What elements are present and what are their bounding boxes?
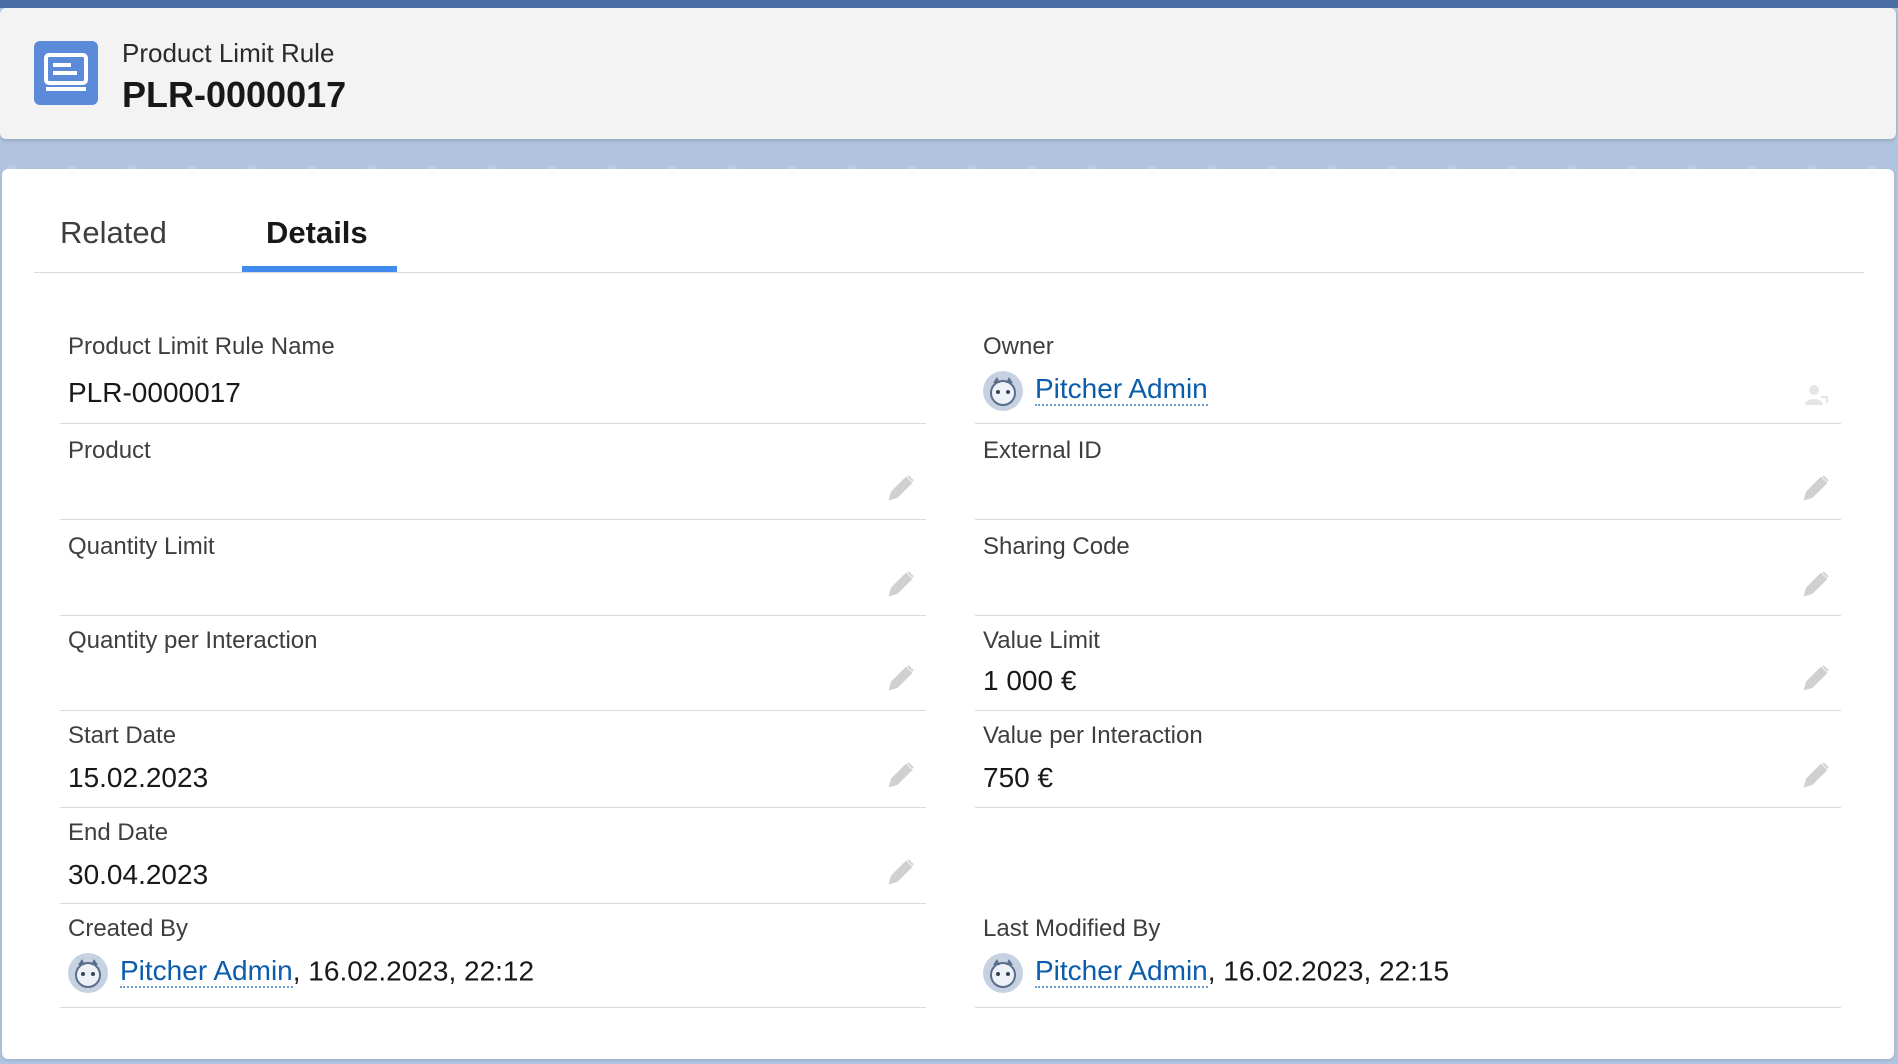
field-label: External ID xyxy=(983,437,1102,464)
user-avatar-icon xyxy=(983,953,1023,993)
field-value: PLR-0000017 xyxy=(68,377,241,408)
owner-link[interactable]: Pitcher Admin xyxy=(1035,373,1208,407)
details-card: Related Details Product Limit Rule Name … xyxy=(2,169,1894,1059)
field-quantity-per-interaction: Quantity per Interaction xyxy=(60,615,926,711)
created-by-link[interactable]: Pitcher Admin xyxy=(120,955,293,989)
top-strip xyxy=(0,0,1898,8)
field-value-limit: Value Limit 1 000 € xyxy=(975,615,1841,711)
field-value: 15.02.2023 xyxy=(68,762,209,793)
field-product: Product xyxy=(60,423,926,520)
user-avatar-icon xyxy=(983,371,1023,411)
record-document-icon xyxy=(34,41,98,105)
field-label: Start Date xyxy=(68,722,177,749)
field-label: Created By xyxy=(68,915,189,942)
field-label: Value per Interaction xyxy=(983,722,1203,749)
field-label: Last Modified By xyxy=(983,915,1161,942)
tab-related[interactable]: Related xyxy=(60,215,167,251)
active-tab-indicator xyxy=(242,266,397,272)
field-last-modified-by: Last Modified By Pitcher Admin, 16.02.20… xyxy=(975,903,1841,1008)
pencil-icon[interactable] xyxy=(1801,760,1831,790)
owner-value: Pitcher Admin xyxy=(983,371,1208,411)
record-type-label: Product Limit Rule xyxy=(122,38,335,68)
field-created-by: Created By Pitcher Admin, 16.02.2023, 22… xyxy=(60,903,926,1008)
field-owner: Owner Pitcher Admin xyxy=(975,319,1841,424)
field-label: Owner xyxy=(983,333,1054,360)
field-label: Value Limit xyxy=(983,627,1100,654)
tab-details[interactable]: Details xyxy=(266,215,368,251)
pencil-icon[interactable] xyxy=(886,473,916,503)
field-start-date: Start Date 15.02.2023 xyxy=(60,710,926,808)
field-label: Quantity per Interaction xyxy=(68,627,318,654)
field-value: 750 € xyxy=(983,762,1054,793)
pencil-icon[interactable] xyxy=(1801,663,1831,693)
field-value: 1 000 € xyxy=(983,665,1077,696)
last-modified-by-value: Pitcher Admin, 16.02.2023, 22:15 xyxy=(983,953,1449,993)
field-end-date: End Date 30.04.2023 xyxy=(60,807,926,904)
pencil-icon[interactable] xyxy=(886,857,916,887)
user-avatar-icon xyxy=(68,953,108,993)
field-product-limit-rule-name: Product Limit Rule Name PLR-0000017 xyxy=(60,319,926,424)
pencil-icon[interactable] xyxy=(886,569,916,599)
last-modified-by-timestamp: , 16.02.2023, 22:15 xyxy=(1207,955,1450,987)
created-by-timestamp: , 16.02.2023, 22:12 xyxy=(292,955,535,987)
field-sharing-code: Sharing Code xyxy=(975,519,1841,616)
field-value: 30.04.2023 xyxy=(68,859,209,890)
field-label: Sharing Code xyxy=(983,533,1130,560)
record-header: Product Limit Rule PLR-0000017 xyxy=(0,8,1896,139)
created-by-value: Pitcher Admin, 16.02.2023, 22:12 xyxy=(68,953,534,993)
field-quantity-limit: Quantity Limit xyxy=(60,519,926,616)
field-label: Product Limit Rule Name xyxy=(68,333,335,360)
field-label: Quantity Limit xyxy=(68,533,215,560)
field-external-id: External ID xyxy=(975,423,1841,520)
change-owner-icon[interactable] xyxy=(1801,379,1831,409)
pencil-icon[interactable] xyxy=(1801,473,1831,503)
field-label: Product xyxy=(68,437,151,464)
pencil-icon[interactable] xyxy=(886,663,916,693)
pencil-icon[interactable] xyxy=(1801,569,1831,599)
last-modified-by-link[interactable]: Pitcher Admin xyxy=(1035,955,1208,989)
tab-bar: Related Details xyxy=(34,169,1864,273)
pencil-icon[interactable] xyxy=(886,760,916,790)
field-value-per-interaction: Value per Interaction 750 € xyxy=(975,710,1841,808)
record-title: PLR-0000017 xyxy=(122,74,347,115)
field-label: End Date xyxy=(68,819,169,846)
